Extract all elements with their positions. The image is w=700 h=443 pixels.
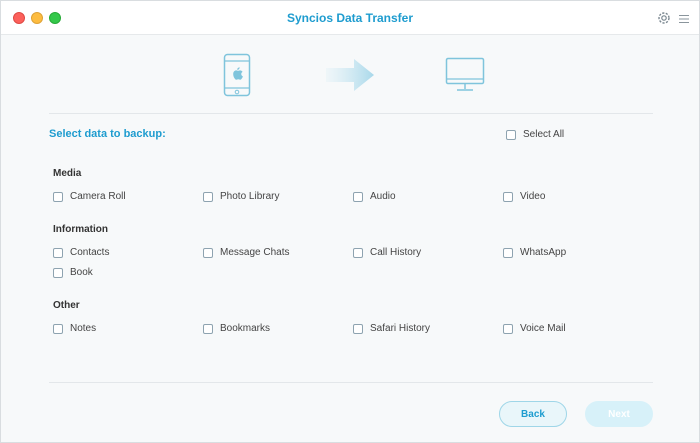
select-all-label: Select All — [523, 129, 565, 140]
checkbox-label: Audio — [370, 191, 396, 202]
checkbox-camera-roll[interactable]: Camera Roll — [53, 191, 126, 202]
checkbox-box[interactable] — [503, 323, 513, 334]
checkbox-box[interactable] — [353, 191, 363, 202]
transfer-illustration — [1, 35, 699, 113]
checkbox-box[interactable] — [203, 247, 213, 258]
checkbox-box[interactable] — [53, 191, 63, 202]
checkbox-message-chats[interactable]: Message Chats — [203, 247, 289, 258]
checkbox-label: Call History — [370, 247, 422, 258]
checkbox-label: Book — [70, 267, 93, 278]
checkbox-book[interactable]: Book — [53, 267, 93, 278]
checkbox-label: Video — [520, 191, 546, 202]
checkbox-notes[interactable]: Notes — [53, 323, 96, 334]
divider — [49, 113, 653, 114]
checkbox-audio[interactable]: Audio — [353, 191, 396, 202]
menu-icon[interactable] — [678, 12, 690, 24]
checkbox-label: Bookmarks — [220, 323, 271, 334]
section-title-other: Other — [53, 300, 80, 311]
checkbox-box[interactable] — [53, 267, 63, 278]
select-all-checkbox[interactable]: Select All — [506, 129, 564, 140]
checkbox-box[interactable] — [203, 191, 213, 202]
checkbox-box[interactable] — [53, 247, 63, 258]
monitor-icon — [445, 57, 485, 98]
backup-prompt: Select data to backup: — [49, 128, 166, 140]
checkbox-label: Contacts — [70, 247, 110, 258]
checkbox-box[interactable] — [353, 247, 363, 258]
checkbox-box[interactable] — [506, 129, 516, 140]
checkbox-photo-library[interactable]: Photo Library — [203, 191, 279, 202]
checkbox-label: Notes — [70, 323, 97, 334]
checkbox-box[interactable] — [353, 323, 363, 334]
checkbox-box[interactable] — [503, 191, 513, 202]
section-title-information: Information — [53, 224, 108, 235]
checkbox-label: Voice Mail — [520, 323, 566, 334]
checkbox-label: Safari History — [370, 323, 431, 334]
checkbox-contacts[interactable]: Contacts — [53, 247, 109, 258]
next-button[interactable]: Next — [585, 401, 653, 427]
checkbox-box[interactable] — [53, 323, 63, 334]
checkbox-box[interactable] — [203, 323, 213, 334]
checkbox-video[interactable]: Video — [503, 191, 545, 202]
checkbox-voice-mail[interactable]: Voice Mail — [503, 323, 566, 334]
checkbox-label: Camera Roll — [70, 191, 126, 202]
checkbox-bookmarks[interactable]: Bookmarks — [203, 323, 270, 334]
checkbox-whatsapp[interactable]: WhatsApp — [503, 247, 566, 258]
checkbox-label: Message Chats — [220, 247, 290, 258]
arrow-right-icon — [326, 57, 376, 98]
titlebar: Syncios Data Transfer — [1, 1, 699, 35]
checkbox-label: Photo Library — [220, 191, 280, 202]
app-window: Syncios Data Transfer Select data to bac… — [0, 0, 700, 443]
checkbox-safari-history[interactable]: Safari History — [353, 323, 430, 334]
section-title-media: Media — [53, 168, 82, 179]
checkbox-label: WhatsApp — [520, 247, 567, 258]
checkbox-box[interactable] — [503, 247, 513, 258]
divider — [49, 382, 653, 383]
iphone-icon — [223, 53, 251, 102]
back-button[interactable]: Back — [499, 401, 567, 427]
gear-icon[interactable] — [656, 10, 672, 26]
window-title: Syncios Data Transfer — [286, 11, 414, 25]
checkbox-call-history[interactable]: Call History — [353, 247, 421, 258]
